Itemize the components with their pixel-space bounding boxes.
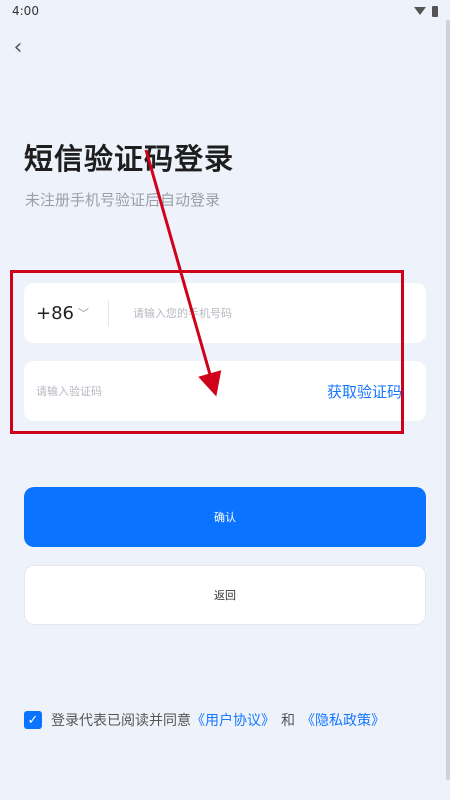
verification-code-input[interactable] — [36, 371, 286, 411]
agreement-text: 登录代表已阅读并同意 — [51, 713, 191, 729]
confirm-button[interactable]: 确认 — [24, 487, 426, 547]
return-button[interactable]: 返回 — [24, 565, 426, 625]
input-divider — [108, 300, 109, 326]
phone-input[interactable] — [133, 293, 393, 333]
status-time: 4:00 — [12, 4, 39, 18]
code-input-card: 获取验证码 — [24, 361, 426, 421]
agreement-and: 和 — [281, 713, 295, 729]
get-code-button[interactable]: 获取验证码 — [327, 381, 402, 402]
chevron-down-icon: ﹀ — [78, 307, 89, 320]
status-bar: 4:00 — [0, 0, 450, 22]
checkmark-icon: ✓ — [27, 712, 39, 728]
agreement-row: ✓ 登录代表已阅读并同意 《用户协议》 和 《隐私政策》 — [24, 710, 385, 730]
status-icons — [414, 5, 438, 17]
scrollbar[interactable] — [446, 20, 450, 780]
page-subtitle: 未注册手机号验证后自动登录 — [25, 191, 221, 209]
country-code: +86 — [36, 302, 74, 324]
agreement-checkbox[interactable]: ✓ — [24, 711, 42, 729]
back-icon[interactable]: ‹ — [8, 36, 28, 60]
wifi-icon — [414, 7, 426, 15]
page-title: 短信验证码登录 — [24, 142, 235, 176]
phone-input-card: +86 ﹀ — [24, 283, 426, 343]
user-agreement-link[interactable]: 《用户协议》 — [191, 710, 275, 730]
privacy-policy-link[interactable]: 《隐私政策》 — [301, 710, 385, 730]
country-code-selector[interactable]: +86 ﹀ — [24, 303, 108, 324]
battery-icon — [432, 5, 438, 17]
